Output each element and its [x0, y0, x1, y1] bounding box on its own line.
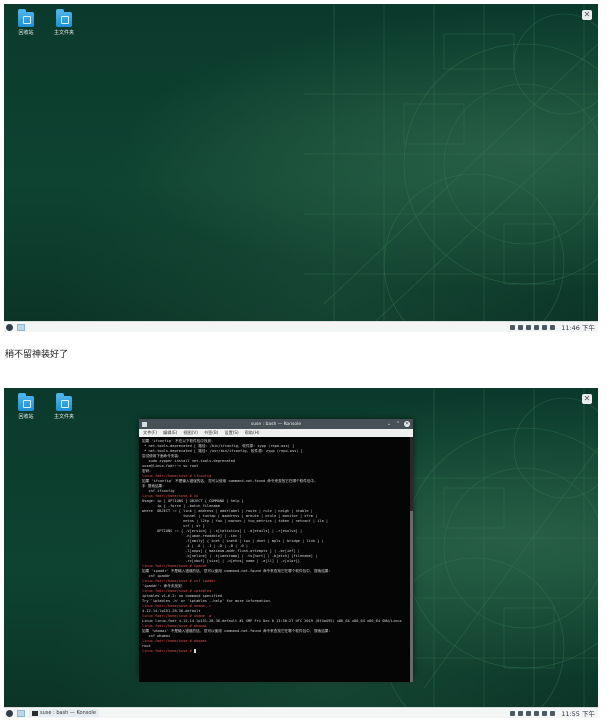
virtual-desktop-pager[interactable]: [17, 709, 25, 717]
trash-desktop-icon[interactable]: 回收站: [10, 393, 42, 420]
terminal-cursor: [193, 649, 196, 653]
trash-desktop-icon[interactable]: 回收站: [10, 9, 42, 36]
menu-help[interactable]: 帮助(H): [245, 430, 260, 436]
taskbar-clock[interactable]: 11:46 下午: [561, 322, 595, 332]
menu-bookmarks[interactable]: 书签(B): [204, 430, 219, 436]
window-titlebar[interactable]: suse : bash — Konsole ⌄ ⌃ ✕: [139, 419, 413, 429]
terminal-scrollbar[interactable]: [410, 437, 413, 682]
desktop-screenshot-before: ✕ 回收站 主文件夹 11:46 下午: [4, 4, 598, 332]
menu-file[interactable]: 文件(F): [143, 430, 157, 436]
application-launcher-icon[interactable]: [6, 323, 13, 331]
volume-icon[interactable]: [550, 324, 556, 330]
desktop-icon-label: 回收站: [18, 414, 34, 420]
terminal-icon: [32, 710, 38, 716]
taskbar: 11:46 下午: [4, 321, 598, 332]
desktop-icon-label: 主文件夹: [53, 30, 74, 36]
taskbar-clock[interactable]: 11:55 下午: [561, 708, 595, 718]
updates-icon[interactable]: [526, 324, 532, 330]
taskbar-task-konsole[interactable]: suse : bash — Konsole: [29, 709, 99, 717]
virtual-desktop-pager[interactable]: [17, 323, 25, 331]
corner-close-icon[interactable]: ✕: [582, 394, 592, 404]
folder-icon: [18, 9, 34, 27]
clipboard-icon[interactable]: [510, 324, 516, 330]
corner-close-icon[interactable]: ✕: [582, 10, 592, 20]
home-folder-icon: [56, 9, 72, 27]
network-icon[interactable]: [534, 324, 540, 330]
caption-text: 稍不留神装好了: [5, 350, 69, 360]
menu-bar: 文件(F) 编辑(E) 视图(V) 书签(B) 设置(S) 帮助(H): [139, 429, 413, 437]
menu-view[interactable]: 视图(V): [183, 430, 198, 436]
terminal-output[interactable]: 如果 'ifconfig' 不在以下软件包中找到： * net-tools-de…: [139, 437, 413, 682]
volume-icon[interactable]: [550, 710, 556, 716]
desktop-screenshot-after: ✕ 回收站 主文件夹 suse : bash — Konsole ⌄ ⌃ ✕ 文…: [4, 388, 598, 718]
folder-icon: [18, 393, 34, 411]
clipboard-icon[interactable]: [510, 710, 516, 716]
home-folder-desktop-icon[interactable]: 主文件夹: [48, 393, 80, 420]
desktop-icon-label: 回收站: [18, 30, 34, 36]
display-icon[interactable]: [542, 710, 548, 716]
menu-edit[interactable]: 编辑(E): [163, 430, 177, 436]
system-tray: 11:55 下午: [510, 708, 598, 718]
taskbar: suse : bash — Konsole 11:55 下午: [4, 707, 598, 718]
application-launcher-icon[interactable]: [6, 709, 13, 717]
wallpaper-blueprint: [304, 4, 598, 332]
device-icon[interactable]: [518, 324, 524, 330]
menu-settings[interactable]: 设置(S): [224, 430, 238, 436]
desktop-icon-label: 主文件夹: [53, 414, 74, 420]
window-title: suse : bash — Konsole: [250, 421, 302, 427]
home-folder-desktop-icon[interactable]: 主文件夹: [48, 9, 80, 36]
konsole-window[interactable]: suse : bash — Konsole ⌄ ⌃ ✕ 文件(F) 编辑(E) …: [139, 419, 413, 682]
system-tray: 11:46 下午: [510, 322, 598, 332]
network-icon[interactable]: [534, 710, 540, 716]
updates-icon[interactable]: [526, 710, 532, 716]
terminal-line: linux-fodr:/home/suse #: [142, 649, 196, 653]
display-icon[interactable]: [542, 324, 548, 330]
taskbar-task-label: suse : bash — Konsole: [40, 710, 96, 716]
device-icon[interactable]: [518, 710, 524, 716]
home-folder-icon: [56, 393, 72, 411]
